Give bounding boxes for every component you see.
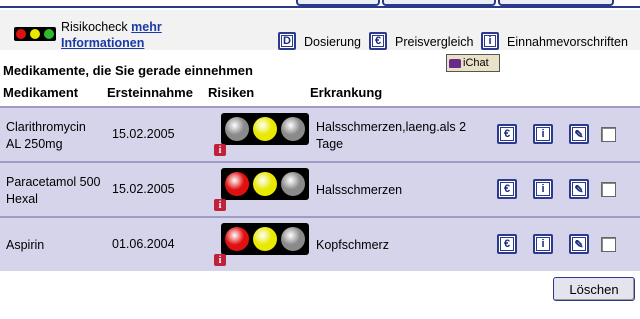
condition-line2: Tage bbox=[316, 137, 344, 151]
condition-line1: Kopfschmerz bbox=[316, 238, 389, 252]
risk-light-2 bbox=[253, 227, 277, 251]
risk-traffic-light bbox=[221, 223, 309, 255]
risk-light-3 bbox=[281, 227, 305, 251]
risk-light-1 bbox=[225, 172, 249, 196]
intake-rules-label: Einnahmevorschriften bbox=[507, 35, 628, 49]
dosage-icon: D bbox=[278, 32, 296, 50]
first-intake-date: 01.06.2004 bbox=[112, 237, 175, 251]
phone-icon bbox=[449, 58, 461, 68]
price-comparison-button[interactable]: € bbox=[497, 179, 517, 199]
column-header-first-intake: Ersteinnahme bbox=[107, 85, 193, 100]
more-info-link-line2[interactable]: Informationen bbox=[61, 36, 144, 50]
tab-edge-1[interactable] bbox=[296, 0, 380, 6]
section-title: Medikamente, die Sie gerade einnehmen bbox=[3, 63, 253, 78]
risk-check-label: Risikocheck mehr Informationen bbox=[61, 19, 162, 51]
risk-traffic-light bbox=[221, 113, 309, 145]
medication-name-line1: Paracetamol 500 bbox=[6, 175, 101, 189]
table-row: Clarithromycin AL 250mg 15.02.2005 i Hal… bbox=[0, 106, 640, 161]
risk-info-icon[interactable]: i bbox=[214, 254, 226, 266]
red-light bbox=[16, 29, 26, 39]
first-intake-date: 15.02.2005 bbox=[112, 182, 175, 196]
condition: Kopfschmerz bbox=[316, 237, 486, 254]
price-comparison-label: Preisvergleich bbox=[395, 35, 474, 49]
top-tab-bar bbox=[0, 0, 640, 8]
medication-name: Aspirin bbox=[6, 237, 106, 254]
table-row: Aspirin 01.06.2004 i Kopfschmerz € i ✎ bbox=[0, 216, 640, 271]
column-header-condition: Erkrankung bbox=[310, 85, 383, 100]
select-checkbox[interactable] bbox=[601, 237, 616, 252]
tab-edge-2[interactable] bbox=[382, 0, 496, 6]
legend-bar: Risikocheck mehr Informationen D Dosieru… bbox=[0, 10, 640, 50]
ichat-button[interactable]: iChat bbox=[446, 54, 500, 72]
dosage-label: Dosierung bbox=[304, 35, 361, 49]
risk-info-icon[interactable]: i bbox=[214, 199, 226, 211]
edit-button[interactable]: ✎ bbox=[569, 234, 589, 254]
price-comparison-button[interactable]: € bbox=[497, 234, 517, 254]
risk-light-1 bbox=[225, 227, 249, 251]
yellow-light bbox=[30, 29, 40, 39]
condition-line1: Halsschmerzen,laeng.als 2 bbox=[316, 120, 467, 134]
table-row: Paracetamol 500 Hexal 15.02.2005 i Halss… bbox=[0, 161, 640, 216]
risk-light-3 bbox=[281, 117, 305, 141]
medication-name: Clarithromycin AL 250mg bbox=[6, 119, 106, 153]
medication-name-line2: Hexal bbox=[6, 192, 38, 206]
column-header-risks: Risiken bbox=[208, 85, 255, 100]
euro-icon: € bbox=[369, 32, 387, 50]
risk-light-3 bbox=[281, 172, 305, 196]
condition: Halsschmerzen bbox=[316, 182, 486, 199]
select-checkbox[interactable] bbox=[601, 182, 616, 197]
risk-check-text: Risikocheck bbox=[61, 20, 128, 34]
medication-name-line1: Aspirin bbox=[6, 238, 45, 252]
select-checkbox[interactable] bbox=[601, 127, 616, 142]
more-info-link[interactable]: mehr bbox=[131, 20, 162, 34]
green-light bbox=[44, 29, 54, 39]
medication-name: Paracetamol 500 Hexal bbox=[6, 174, 106, 208]
risk-light-2 bbox=[253, 117, 277, 141]
medication-name-line1: Clarithromycin bbox=[6, 120, 86, 134]
delete-button[interactable]: Löschen bbox=[553, 277, 635, 301]
risk-light-1 bbox=[225, 117, 249, 141]
intake-info-button[interactable]: i bbox=[533, 179, 553, 199]
risk-light-2 bbox=[253, 172, 277, 196]
price-comparison-button[interactable]: € bbox=[497, 124, 517, 144]
risk-info-icon[interactable]: i bbox=[214, 144, 226, 156]
edit-button[interactable]: ✎ bbox=[569, 124, 589, 144]
column-header-medication: Medikament bbox=[3, 85, 79, 100]
risk-traffic-light bbox=[221, 168, 309, 200]
first-intake-date: 15.02.2005 bbox=[112, 127, 175, 141]
condition: Halsschmerzen,laeng.als 2 Tage bbox=[316, 119, 486, 153]
intake-info-button[interactable]: i bbox=[533, 234, 553, 254]
edit-button[interactable]: ✎ bbox=[569, 179, 589, 199]
info-icon: i bbox=[481, 32, 499, 50]
intake-info-button[interactable]: i bbox=[533, 124, 553, 144]
condition-line1: Halsschmerzen bbox=[316, 183, 403, 197]
tab-edge-3[interactable] bbox=[498, 0, 614, 6]
traffic-light-icon bbox=[14, 27, 56, 41]
ichat-label: iChat bbox=[463, 57, 489, 69]
medication-name-line2: AL 250mg bbox=[6, 137, 63, 151]
